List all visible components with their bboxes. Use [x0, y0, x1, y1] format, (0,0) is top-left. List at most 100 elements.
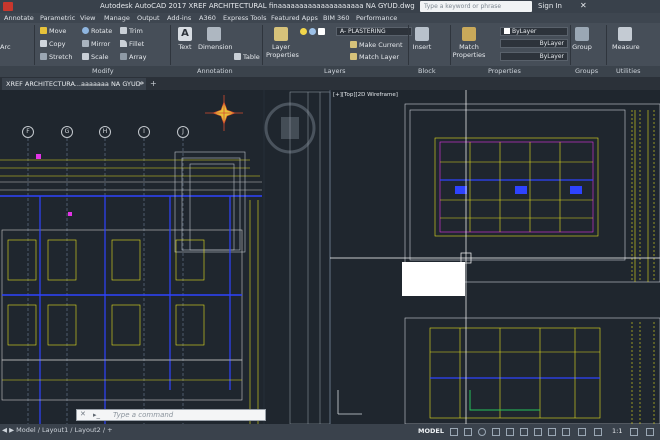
- group-button[interactable]: Group: [572, 27, 592, 51]
- command-history-icon[interactable]: ▸_: [93, 411, 100, 419]
- 3d-osnap-icon[interactable]: [562, 428, 570, 436]
- selection-cycling-icon[interactable]: [548, 428, 556, 436]
- ucs-icon: [337, 390, 362, 415]
- insert-label: Insert: [412, 43, 432, 51]
- grid-bubble-h: H: [99, 126, 111, 138]
- stretch-icon: [40, 53, 47, 60]
- color-dropdown[interactable]: ByLayer: [500, 27, 568, 36]
- workspace-gear-icon[interactable]: [630, 428, 638, 436]
- tab-add-ins[interactable]: Add-ins: [167, 14, 191, 22]
- group-icon: [575, 27, 589, 41]
- search-input[interactable]: Type a keyword or phrase: [420, 1, 532, 12]
- panel-annotation[interactable]: Annotation: [197, 67, 233, 75]
- make-current-label: Make Current: [359, 41, 403, 49]
- file-tab[interactable]: XREF ARCHITECTURA...aaaaaaa NA GYUD* ×: [2, 78, 146, 90]
- selection-tooltip-box: [402, 262, 465, 296]
- panel-block[interactable]: Block: [418, 67, 436, 75]
- object-snap-icon[interactable]: [506, 428, 514, 436]
- match-layer-icon: [350, 53, 357, 60]
- layer-state-icons[interactable]: [300, 28, 327, 36]
- tab-express-tools[interactable]: Express Tools: [223, 14, 266, 22]
- panel-groups[interactable]: Groups: [575, 67, 598, 75]
- scale-icon: [82, 53, 89, 60]
- tab-a360[interactable]: A360: [199, 14, 216, 22]
- mirror-button[interactable]: Mirror: [82, 40, 110, 48]
- tab-bim-360[interactable]: BIM 360: [323, 14, 349, 22]
- divider: [408, 25, 409, 65]
- command-input[interactable]: ✕ ▸_ Type a command: [76, 409, 266, 421]
- divider: [262, 25, 263, 65]
- annotation-scale[interactable]: 1:1: [612, 427, 622, 435]
- tab-parametric[interactable]: Parametric: [40, 14, 75, 22]
- ortho-icon[interactable]: [478, 428, 486, 436]
- trim-button[interactable]: Trim: [120, 27, 143, 35]
- make-current-icon: [350, 41, 357, 48]
- fillet-label: Fillet: [129, 40, 145, 48]
- table-icon: [234, 53, 241, 60]
- ribbon-tab-bar: Annotate Parametric View Manage Output A…: [0, 13, 660, 23]
- transparency-icon[interactable]: [534, 428, 542, 436]
- snap-mode-icon[interactable]: [464, 428, 472, 436]
- close-icon[interactable]: ✕: [580, 1, 587, 10]
- layer-properties-button[interactable]: Layer Properties: [266, 27, 299, 59]
- copy-button[interactable]: Copy: [40, 40, 66, 48]
- divider: [606, 25, 607, 65]
- tab-performance[interactable]: Performance: [356, 14, 397, 22]
- rotate-button[interactable]: Rotate: [82, 27, 112, 35]
- viewport-control[interactable]: [+][Top][2D Wireframe]: [333, 92, 398, 98]
- sign-in-button[interactable]: Sign In: [538, 2, 562, 10]
- model-space-toggle[interactable]: MODEL: [418, 427, 444, 435]
- close-tab-icon[interactable]: ×: [138, 79, 143, 87]
- current-layer-value: A- PLASTERING: [340, 28, 386, 35]
- arc-button[interactable]: Arc: [0, 43, 11, 51]
- stretch-button[interactable]: Stretch: [40, 53, 72, 61]
- tab-manage[interactable]: Manage: [104, 14, 130, 22]
- measure-button[interactable]: Measure: [612, 27, 640, 51]
- panel-utilities[interactable]: Utilities: [616, 67, 640, 75]
- title-bar: Autodesk AutoCAD 2017 XREF ARCHITECTURAL…: [0, 0, 660, 13]
- panel-modify[interactable]: Modify: [92, 67, 114, 75]
- panel-properties[interactable]: Properties: [488, 67, 521, 75]
- tab-featured-apps[interactable]: Featured Apps: [271, 14, 318, 22]
- auto-scale-icon[interactable]: [594, 428, 602, 436]
- make-current-button[interactable]: Make Current: [350, 41, 403, 49]
- insert-button[interactable]: Insert: [411, 27, 433, 51]
- lineweight-dropdown[interactable]: ByLayer: [500, 52, 568, 61]
- grid-display-icon[interactable]: [450, 428, 458, 436]
- table-button[interactable]: Table: [234, 53, 260, 61]
- close-command-line-icon[interactable]: ✕: [80, 410, 86, 418]
- color-swatch-icon: [318, 28, 325, 35]
- polar-tracking-icon[interactable]: [492, 428, 500, 436]
- annotation-visibility-icon[interactable]: [578, 428, 586, 436]
- text-label: Text: [178, 43, 192, 51]
- measure-label: Measure: [612, 43, 640, 51]
- move-label: Move: [49, 27, 67, 35]
- mirror-label: Mirror: [91, 40, 111, 48]
- move-button[interactable]: Move: [40, 27, 66, 35]
- match-properties-button[interactable]: Match Properties: [452, 27, 486, 59]
- new-tab-icon[interactable]: +: [150, 79, 157, 88]
- layer-dropdown[interactable]: A- PLASTERING: [336, 27, 412, 36]
- insert-icon: [415, 27, 429, 41]
- customize-menu-icon[interactable]: [646, 428, 654, 436]
- fillet-button[interactable]: Fillet: [120, 40, 144, 48]
- tab-output[interactable]: Output: [137, 14, 160, 22]
- panel-layers[interactable]: Layers: [324, 67, 346, 75]
- tab-annotate[interactable]: Annotate: [4, 14, 34, 22]
- scale-button[interactable]: Scale: [82, 53, 109, 61]
- text-button[interactable]: A Text: [176, 27, 194, 51]
- tab-view[interactable]: View: [80, 14, 95, 22]
- linetype-dropdown[interactable]: ByLayer: [500, 39, 568, 48]
- dimension-button[interactable]: Dimension: [198, 27, 233, 51]
- array-button[interactable]: Array: [120, 53, 147, 61]
- match-properties-icon: [462, 27, 476, 41]
- layout-tabs[interactable]: ◀ ▶ Model / Layout1 / Layout2 / +: [2, 426, 113, 434]
- copy-label: Copy: [49, 40, 66, 48]
- divider: [450, 25, 451, 65]
- autocad-logo-icon[interactable]: [3, 2, 13, 11]
- rotate-label: Rotate: [91, 27, 113, 35]
- match-layer-button[interactable]: Match Layer: [350, 53, 399, 61]
- cursor-crosshair: [330, 90, 660, 424]
- lineweight-icon[interactable]: [520, 428, 528, 436]
- model-space-canvas[interactable]: F G H I J [+][Top][2D Wireframe]: [0, 90, 660, 424]
